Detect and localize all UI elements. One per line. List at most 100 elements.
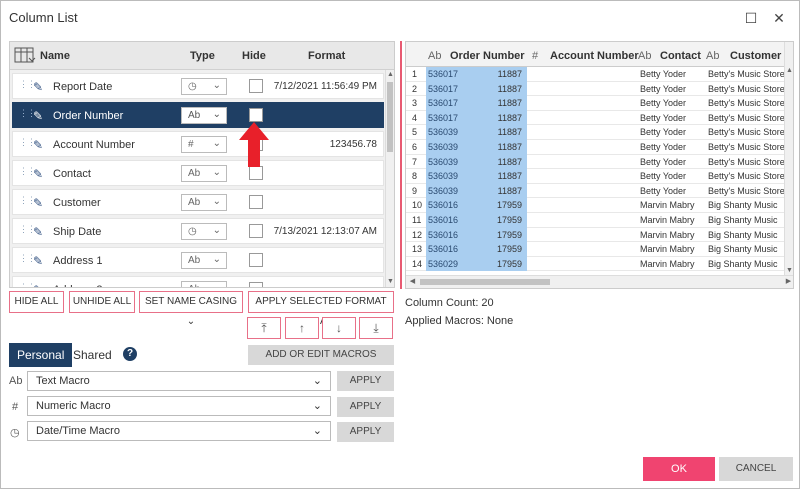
account-number-cell[interactable]: 11887 (498, 157, 522, 167)
help-icon[interactable]: ? (123, 347, 137, 361)
customer-cell[interactable]: Big Shanty Music (708, 259, 778, 269)
column-row[interactable]: ⋮⋮ ✎ Order Number Ab ⌄ (12, 102, 384, 128)
scroll-down-icon[interactable]: ▼ (386, 277, 394, 287)
scroll-up-icon[interactable]: ▲ (386, 70, 394, 80)
account-number-cell[interactable]: 17959 (497, 244, 522, 254)
column-row[interactable]: ⋮⋮ ✎ Report Date ◷ ⌄ 7/12/2021 11:56:49 PM (12, 73, 384, 99)
contact-cell[interactable]: Betty Yoder (640, 186, 686, 196)
contact-cell[interactable]: Betty Yoder (640, 69, 686, 79)
ok-button[interactable]: OK (643, 457, 715, 481)
drag-handle-icon[interactable]: ⋮⋮ (19, 283, 36, 288)
account-number-cell[interactable]: 17959 (497, 215, 522, 225)
grid-hscroll-thumb[interactable] (420, 279, 550, 285)
customer-cell[interactable]: Betty's Music Store (708, 113, 785, 123)
drag-handle-icon[interactable]: ⋮⋮ (19, 196, 36, 209)
contact-cell[interactable]: Marvin Mabry (640, 200, 695, 210)
column-row[interactable]: ⋮⋮ ✎ Account Number # ⌄ 123456.78 (12, 131, 384, 157)
hide-checkbox[interactable] (249, 79, 263, 93)
contact-cell[interactable]: Betty Yoder (640, 171, 686, 181)
cancel-button[interactable]: CANCEL (719, 457, 793, 481)
tab-personal[interactable]: Personal (9, 343, 73, 367)
customer-cell[interactable]: Betty's Music Store (708, 69, 785, 79)
maximize-button[interactable]: ☐ (741, 8, 761, 28)
contact-cell[interactable]: Marvin Mabry (640, 230, 695, 240)
add-edit-macros-button[interactable]: ADD OR EDIT MACROS (248, 345, 394, 365)
type-select[interactable]: Ab ⌄ (181, 194, 227, 211)
grid-col-customer[interactable]: Customer (730, 50, 781, 62)
customer-cell[interactable]: Betty's Music Store (708, 186, 785, 196)
type-select[interactable]: # ⌄ (181, 136, 227, 153)
move-down-button[interactable]: ↓ (322, 317, 356, 339)
customer-cell[interactable]: Betty's Music Store (708, 127, 785, 137)
customer-cell[interactable]: Betty's Music Store (708, 84, 785, 94)
column-row[interactable]: ⋮⋮ ✎ Contact Ab ⌄ (12, 160, 384, 186)
drag-handle-icon[interactable]: ⋮⋮ (19, 167, 36, 180)
hide-checkbox[interactable] (249, 166, 263, 180)
set-name-casing-button[interactable]: SET NAME CASING ⌄ (139, 291, 243, 327)
account-number-cell[interactable]: 11887 (498, 98, 522, 108)
customer-cell[interactable]: Big Shanty Music (708, 230, 778, 240)
customer-cell[interactable]: Big Shanty Music (708, 215, 778, 225)
pencil-icon[interactable]: ✎ (33, 167, 43, 181)
contact-cell[interactable]: Betty Yoder (640, 113, 686, 123)
account-number-cell[interactable]: 11887 (498, 69, 522, 79)
column-row[interactable]: ⋮⋮ ✎ Customer Ab ⌄ (12, 189, 384, 215)
pencil-icon[interactable]: ✎ (33, 283, 43, 287)
customer-cell[interactable]: Betty's Music Store (708, 142, 785, 152)
account-number-cell[interactable]: 11887 (498, 186, 522, 196)
type-select[interactable]: ◷ ⌄ (181, 223, 227, 240)
pencil-icon[interactable]: ✎ (33, 254, 43, 268)
pencil-icon[interactable]: ✎ (33, 109, 43, 123)
numeric-macro-select[interactable]: Numeric Macro ⌄ (27, 396, 331, 416)
hide-checkbox[interactable] (249, 253, 263, 267)
apply-datetime-macro-button[interactable]: APPLY (337, 422, 394, 442)
pencil-icon[interactable]: ✎ (33, 80, 43, 94)
column-row[interactable]: ⋮⋮ ✎ Address 1 Ab ⌄ (12, 247, 384, 273)
text-macro-select[interactable]: Text Macro ⌄ (27, 371, 331, 391)
account-number-cell[interactable]: 11887 (498, 171, 522, 181)
contact-cell[interactable]: Betty Yoder (640, 84, 686, 94)
type-select[interactable]: Ab ⌄ (181, 281, 227, 287)
account-number-cell[interactable]: 11887 (498, 113, 522, 123)
account-number-cell[interactable]: 11887 (498, 142, 522, 152)
account-number-cell[interactable]: 11887 (498, 84, 522, 94)
type-select[interactable]: Ab ⌄ (181, 107, 227, 124)
grid-col-order-number[interactable]: Order Number (450, 50, 525, 62)
grid-col-contact[interactable]: Contact (660, 50, 701, 62)
scroll-thumb[interactable] (387, 82, 393, 152)
contact-cell[interactable]: Marvin Mabry (640, 244, 695, 254)
type-select[interactable]: Ab ⌄ (181, 165, 227, 182)
hide-checkbox[interactable] (249, 108, 263, 122)
grid-scroll-up-icon[interactable]: ▲ (785, 66, 793, 76)
close-button[interactable]: ✕ (769, 8, 789, 28)
customer-cell[interactable]: Betty's Music Store (708, 157, 785, 167)
contact-cell[interactable]: Betty Yoder (640, 157, 686, 167)
contact-cell[interactable]: Betty Yoder (640, 127, 686, 137)
grid-horizontal-scrollbar[interactable]: ◀ ▶ (406, 275, 793, 288)
apply-format-to-all-button[interactable]: APPLY SELECTED FORMAT TO ALL (248, 291, 394, 327)
move-up-button[interactable]: ↑ (285, 317, 319, 339)
account-number-cell[interactable]: 17959 (497, 230, 522, 240)
customer-cell[interactable]: Betty's Music Store (708, 98, 785, 108)
account-number-cell[interactable]: 17959 (497, 200, 522, 210)
hide-checkbox[interactable] (249, 282, 263, 287)
account-number-cell[interactable]: 11887 (498, 127, 522, 137)
hide-checkbox[interactable] (249, 195, 263, 209)
type-select[interactable]: ◷ ⌄ (181, 78, 227, 95)
pencil-icon[interactable]: ✎ (33, 138, 43, 152)
drag-handle-icon[interactable]: ⋮⋮ (19, 109, 36, 122)
drag-handle-icon[interactable]: ⋮⋮ (19, 254, 36, 267)
tab-shared[interactable]: Shared (65, 343, 120, 367)
splitter[interactable] (400, 41, 402, 289)
contact-cell[interactable]: Marvin Mabry (640, 259, 695, 269)
move-to-top-button[interactable]: ⤒ (247, 317, 281, 339)
contact-cell[interactable]: Betty Yoder (640, 142, 686, 152)
drag-handle-icon[interactable]: ⋮⋮ (19, 80, 36, 93)
customer-cell[interactable]: Big Shanty Music (708, 200, 778, 210)
move-to-bottom-button[interactable]: ⤓ (359, 317, 393, 339)
drag-handle-icon[interactable]: ⋮⋮ (19, 138, 36, 151)
apply-numeric-macro-button[interactable]: APPLY (337, 397, 394, 417)
contact-cell[interactable]: Marvin Mabry (640, 215, 695, 225)
hide-checkbox[interactable] (249, 224, 263, 238)
customer-cell[interactable]: Betty's Music Store (708, 171, 785, 181)
